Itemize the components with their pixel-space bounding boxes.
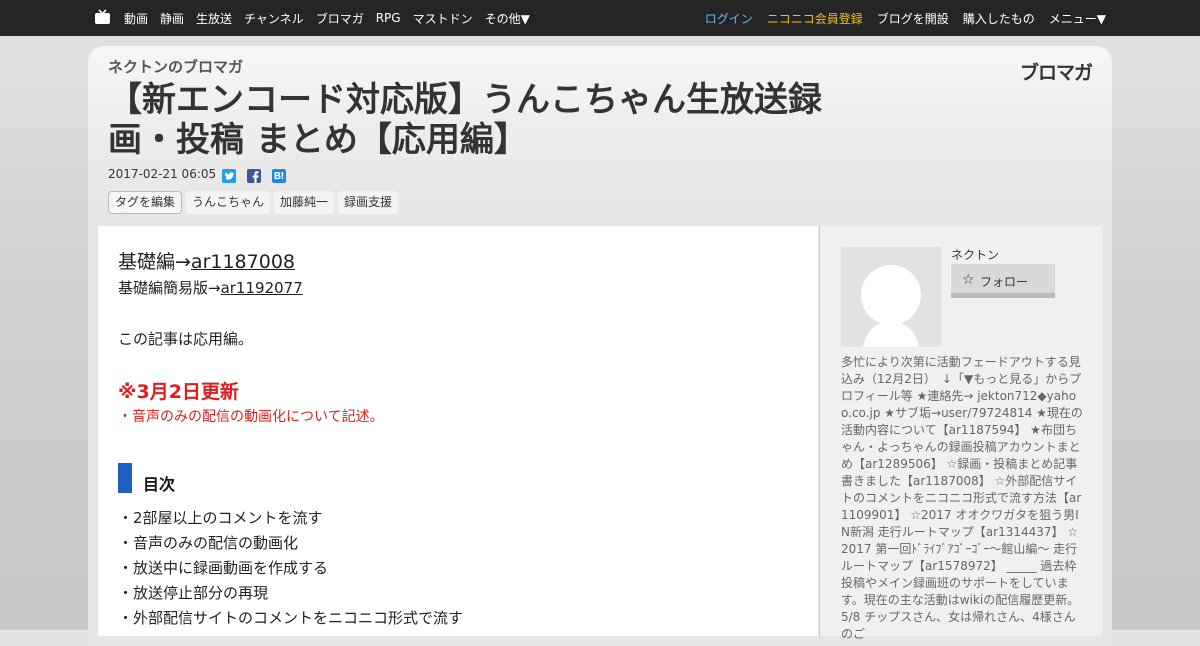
tag-item[interactable]: 録画支援 <box>338 191 399 214</box>
open-blog-link[interactable]: ブログを開設 <box>877 10 949 27</box>
follow-button[interactable]: ☆ フォロー <box>951 264 1055 298</box>
toc-item: ・放送停止部分の再現 <box>118 584 269 602</box>
niconico-tv-icon[interactable] <box>94 9 111 26</box>
author-description: 多忙により次第に活動フェードアウトする見込み（12月2日） ↓「▼もっと見る」か… <box>841 355 1083 641</box>
nav-seiga[interactable]: 静画 <box>160 10 184 27</box>
register-link[interactable]: ニコニコ会員登録 <box>767 10 863 27</box>
update-heading: ※3月2日更新 <box>118 381 239 403</box>
nav-left: 動画 静画 生放送 チャンネル ブロマガ RPG マストドン その他▼ <box>124 0 542 36</box>
toc-item: ・外部配信サイトのコメントをニコニコ形式で流す <box>118 609 464 627</box>
intro-text: この記事は応用編。 <box>118 330 254 348</box>
simple-edition-line: 基礎編簡易版→ar1192077 <box>118 277 303 298</box>
facebook-share-icon[interactable] <box>247 169 261 183</box>
simple-edition-link[interactable]: ar1192077 <box>221 279 303 297</box>
top-nav-bar: 動画 静画 生放送 チャンネル ブロマガ RPG マストドン その他▼ ログイン… <box>0 0 1200 36</box>
hatena-bookmark-icon[interactable] <box>272 169 286 183</box>
toc-item: ・音声のみの配信の動画化 <box>118 534 299 552</box>
basic-edition-line: 基礎編→ar1187008 <box>118 247 295 274</box>
login-link[interactable]: ログイン <box>705 10 753 27</box>
basic-edition-prefix: 基礎編→ <box>118 251 191 273</box>
avatar[interactable] <box>841 247 941 347</box>
nav-live[interactable]: 生放送 <box>196 10 232 27</box>
tag-item[interactable]: 加藤純一 <box>274 191 335 214</box>
update-note: ・音声のみの配信の動画化について記述。 <box>118 409 384 425</box>
channel-name[interactable]: ネクトンのブロマガ <box>108 56 243 77</box>
default-user-icon <box>861 265 921 347</box>
toc-heading: 目次 <box>143 475 176 494</box>
purchased-link[interactable]: 購入したもの <box>963 10 1035 27</box>
tag-item[interactable]: うんこちゃん <box>186 191 271 214</box>
nav-mastodon[interactable]: マストドン <box>413 10 473 27</box>
blomaga-logo[interactable]: ブロマガ <box>1020 58 1093 85</box>
nav-video[interactable]: 動画 <box>124 10 148 27</box>
simple-edition-prefix: 基礎編簡易版→ <box>118 279 221 297</box>
nav-rpg[interactable]: RPG <box>376 11 401 25</box>
tag-list: タグを編集 うんこちゃん 加藤純一 録画支援 <box>108 191 402 214</box>
author-name[interactable]: ネクトン <box>951 246 999 263</box>
toc-item: ・2部屋以上のコメントを流す <box>118 509 323 527</box>
nav-channel[interactable]: チャンネル <box>244 10 304 27</box>
article-title: 【新エンコード対応版】うんこちゃん生放送録画・投稿 まとめ【応用編】 <box>108 80 822 160</box>
menu-dropdown[interactable]: メニュー▼ <box>1049 10 1106 27</box>
basic-edition-link[interactable]: ar1187008 <box>191 251 295 273</box>
toc-heading-bar <box>118 463 132 493</box>
nav-more-dropdown[interactable]: その他▼ <box>485 10 530 27</box>
publish-date: 2017-02-21 06:05 <box>108 167 217 181</box>
nav-blomaga[interactable]: ブロマガ <box>316 10 364 27</box>
twitter-share-icon[interactable] <box>222 169 236 183</box>
toc-item: ・放送中に録画動画を作成する <box>118 559 329 577</box>
author-sidebar: ネクトン ☆ フォロー 多忙により次第に活動フェードアウトする見込み（12月2日… <box>819 226 1102 641</box>
article-body: 基礎編→ar1187008 基礎編簡易版→ar1192077 この記事は応用編。… <box>98 226 818 636</box>
nav-right: ログイン ニコニコ会員登録 ブログを開設 購入したもの メニュー▼ <box>691 0 1106 36</box>
follow-label: フォロー <box>980 275 1029 289</box>
star-icon: ☆ <box>962 272 975 288</box>
edit-tags-button[interactable]: タグを編集 <box>108 191 183 214</box>
